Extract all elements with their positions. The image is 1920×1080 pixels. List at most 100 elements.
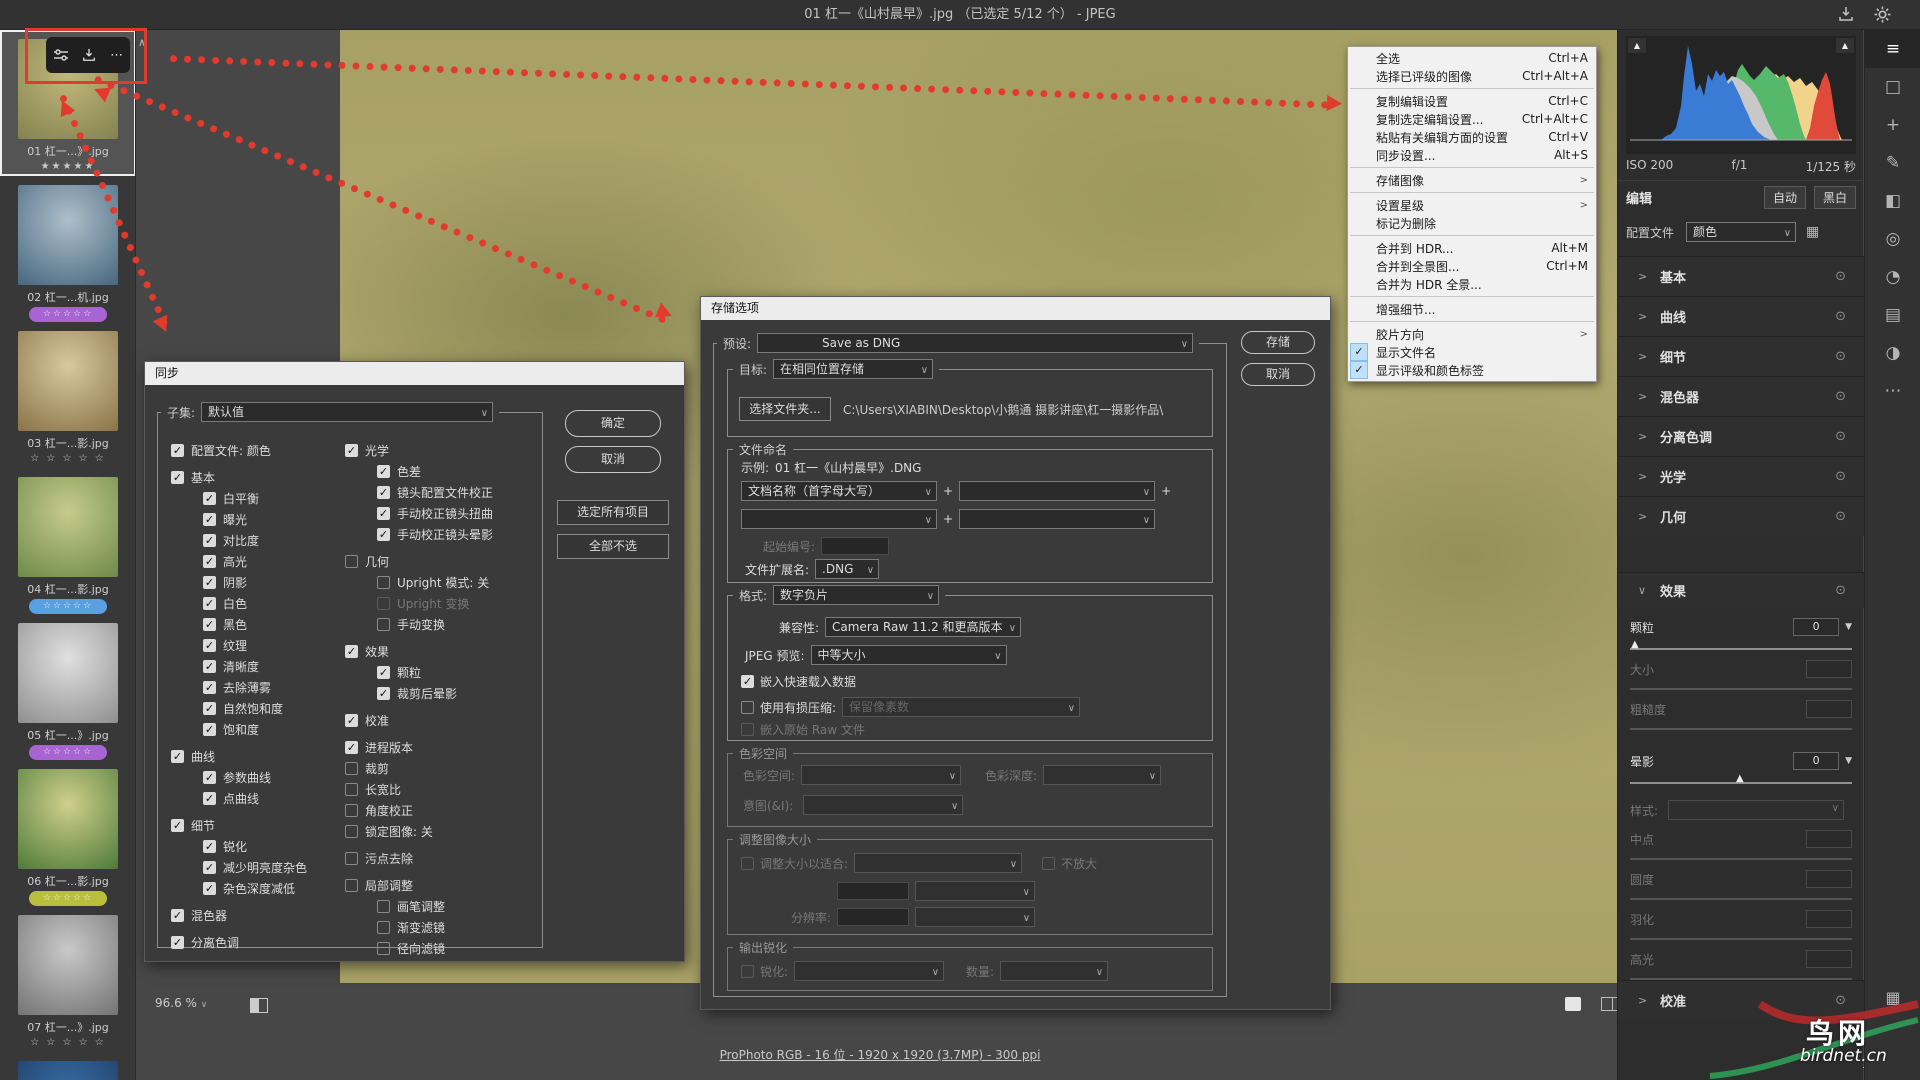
shadow-clipping-icon[interactable]: ▲ bbox=[1628, 38, 1646, 53]
menu-item[interactable]: 合并为 HDR 全景... bbox=[1348, 275, 1596, 293]
menu-item[interactable]: 复制选定编辑设置...Ctrl+Alt+C bbox=[1348, 110, 1596, 128]
unchecked-checkbox[interactable] bbox=[345, 762, 358, 775]
color-label-rating-badge[interactable]: ☆☆☆☆☆ bbox=[29, 891, 107, 906]
checked-checkbox[interactable]: ✓ bbox=[345, 714, 358, 727]
filmstrip-thumbnail[interactable]: 07 杠一...》.jpg☆ ☆ ☆ ☆ ☆ bbox=[0, 906, 136, 1052]
checked-checkbox[interactable]: ✓ bbox=[171, 909, 184, 922]
panel-section-细节[interactable]: >细节⊙ bbox=[1618, 336, 1864, 376]
checked-checkbox[interactable]: ✓ bbox=[345, 645, 358, 658]
edit-tool[interactable]: ≡ bbox=[1865, 30, 1920, 68]
checked-checkbox[interactable]: ✓ bbox=[377, 666, 390, 679]
radial-filter-tool[interactable]: ◎ bbox=[1865, 220, 1920, 258]
preset-dropdown[interactable]: Save as DNG∨ bbox=[757, 333, 1193, 353]
checked-checkbox[interactable]: ✓ bbox=[377, 528, 390, 541]
panel-section-混色器[interactable]: >混色器⊙ bbox=[1618, 376, 1864, 416]
image-format-link[interactable]: ProPhoto RGB - 16 位 - 1920 x 1920 (3.7MP… bbox=[340, 1046, 1420, 1063]
unchecked-checkbox[interactable] bbox=[377, 900, 390, 913]
vignette-slider[interactable]: ▲ bbox=[1630, 782, 1852, 784]
checked-checkbox[interactable]: ✓ bbox=[171, 444, 184, 457]
unchecked-checkbox[interactable] bbox=[345, 555, 358, 568]
grain-flyout-icon[interactable]: ▼ bbox=[1845, 622, 1852, 632]
select-all-button[interactable]: 选定所有项目 bbox=[557, 500, 669, 525]
unchecked-checkbox[interactable] bbox=[377, 942, 390, 955]
menu-item[interactable]: 同步设置...Alt+S bbox=[1348, 146, 1596, 164]
deselect-all-button[interactable]: 全部不选 bbox=[557, 534, 669, 559]
star-rating[interactable]: ☆ ☆ ☆ ☆ ☆ bbox=[0, 1037, 136, 1048]
snapshots-tool[interactable]: ◔ bbox=[1865, 258, 1920, 296]
checked-checkbox[interactable]: ✓ bbox=[203, 576, 216, 589]
eye-icon[interactable]: ⊙ bbox=[1835, 429, 1846, 444]
compat-dropdown[interactable]: Camera Raw 11.2 和更高版本∨ bbox=[825, 617, 1021, 637]
naming-field-2[interactable]: ∨ bbox=[959, 481, 1155, 501]
save-button[interactable]: 存储 bbox=[1241, 331, 1315, 354]
vignette-flyout-icon[interactable]: ▼ bbox=[1845, 756, 1852, 766]
save-icon[interactable] bbox=[1836, 6, 1856, 24]
settings-gear-icon[interactable] bbox=[1872, 6, 1892, 24]
checked-checkbox[interactable]: ✓ bbox=[203, 840, 216, 853]
filmstrip-thumbnail[interactable]: 02 杠一...机.jpg☆☆☆☆☆ bbox=[0, 176, 136, 322]
filmstrip-thumbnail[interactable]: 04 杠一...影.jpg☆☆☆☆☆ bbox=[0, 468, 136, 614]
menu-item[interactable]: 复制编辑设置Ctrl+C bbox=[1348, 92, 1596, 110]
checked-checkbox[interactable]: ✓ bbox=[203, 660, 216, 673]
effects-header[interactable]: ∨ 效果 ⊙ bbox=[1618, 572, 1864, 608]
menu-item[interactable]: 选择已评级的图像Ctrl+Alt+A bbox=[1348, 67, 1596, 85]
menu-item[interactable]: 增强细节... bbox=[1348, 300, 1596, 318]
checked-checkbox[interactable]: ✓ bbox=[203, 723, 216, 736]
sync-cancel-button[interactable]: 取消 bbox=[565, 446, 661, 473]
grain-value[interactable]: 0 bbox=[1793, 618, 1839, 636]
menu-item[interactable]: 设置星级> bbox=[1348, 196, 1596, 214]
checked-checkbox[interactable]: ✓ bbox=[377, 687, 390, 700]
naming-field-1[interactable]: 文档名称（首字母大写）∨ bbox=[741, 481, 937, 501]
filmstrip-thumbnail[interactable]: 05 杠一...》.jpg☆☆☆☆☆ bbox=[0, 614, 136, 760]
checked-checkbox[interactable]: ✓ bbox=[171, 936, 184, 949]
menu-item[interactable]: 合并到全景图...Ctrl+M bbox=[1348, 257, 1596, 275]
menu-item[interactable]: 存储图像> bbox=[1348, 171, 1596, 189]
checked-checkbox[interactable]: ✓ bbox=[203, 771, 216, 784]
panel-section-基本[interactable]: >基本⊙ bbox=[1618, 256, 1864, 296]
lossy-compression-checkbox[interactable] bbox=[741, 701, 754, 714]
checked-checkbox[interactable]: ✓ bbox=[171, 750, 184, 763]
spot-removal-tool[interactable]: + bbox=[1865, 106, 1920, 144]
bw-button[interactable]: 黑白 bbox=[1814, 186, 1856, 209]
checked-checkbox[interactable]: ✓ bbox=[377, 465, 390, 478]
eye-icon[interactable]: ⊙ bbox=[1835, 269, 1846, 284]
checked-checkbox[interactable]: ✓ bbox=[203, 618, 216, 631]
checked-checkbox[interactable]: ✓ bbox=[171, 819, 184, 832]
menu-item[interactable]: 粘贴有关编辑方面的设置Ctrl+V bbox=[1348, 128, 1596, 146]
more-tool[interactable]: ⋯ bbox=[1865, 372, 1920, 410]
crop-tool[interactable]: □ bbox=[1865, 68, 1920, 106]
subset-dropdown[interactable]: 默认值∨ bbox=[201, 402, 493, 422]
choose-folder-button[interactable]: 选择文件夹... bbox=[739, 397, 831, 421]
unchecked-checkbox[interactable] bbox=[377, 921, 390, 934]
naming-field-4[interactable]: ∨ bbox=[959, 509, 1155, 529]
embed-fast-load-checkbox[interactable]: ✓ bbox=[741, 675, 754, 688]
highlight-clipping-icon[interactable]: ▲ bbox=[1836, 38, 1854, 53]
vignette-value[interactable]: 0 bbox=[1793, 752, 1839, 770]
adjustment-brush-tool[interactable]: ✎ bbox=[1865, 144, 1920, 182]
single-view-icon[interactable] bbox=[1565, 997, 1581, 1011]
unchecked-checkbox[interactable] bbox=[345, 852, 358, 865]
jpeg-preview-dropdown[interactable]: 中等大小∨ bbox=[811, 645, 1007, 665]
star-rating[interactable]: ★★★★★ bbox=[0, 161, 136, 172]
eye-icon[interactable]: ⊙ bbox=[1835, 349, 1846, 364]
menu-item[interactable]: 胶片方向> bbox=[1348, 325, 1596, 343]
checked-checkbox[interactable]: ✓ bbox=[377, 507, 390, 520]
unchecked-checkbox[interactable] bbox=[377, 576, 390, 589]
panels-tool[interactable]: ▤ bbox=[1865, 296, 1920, 334]
filmstrip-thumbnail[interactable] bbox=[0, 1052, 136, 1080]
color-label-rating-badge[interactable]: ☆☆☆☆☆ bbox=[29, 745, 107, 760]
checked-checkbox[interactable]: ✓ bbox=[203, 492, 216, 505]
checked-checkbox[interactable]: ✓ bbox=[203, 681, 216, 694]
eye-icon[interactable]: ⊙ bbox=[1835, 509, 1846, 524]
filmstrip-thumbnail[interactable]: 06 杠一...影.jpg☆☆☆☆☆ bbox=[0, 760, 136, 906]
checked-checkbox[interactable]: ✓ bbox=[203, 513, 216, 526]
before-after-view-icon[interactable] bbox=[250, 998, 268, 1013]
eye-icon[interactable]: ⊙ bbox=[1835, 389, 1846, 404]
sync-ok-button[interactable]: 确定 bbox=[565, 410, 661, 437]
menu-item[interactable]: 全选Ctrl+A bbox=[1348, 49, 1596, 67]
panel-section-光学[interactable]: >光学⊙ bbox=[1618, 456, 1864, 496]
checked-checkbox[interactable]: ✓ bbox=[345, 444, 358, 457]
panel-section-曲线[interactable]: >曲线⊙ bbox=[1618, 296, 1864, 336]
menu-item[interactable]: ✓显示文件名 bbox=[1348, 343, 1596, 361]
eye-icon[interactable]: ⊙ bbox=[1835, 583, 1846, 598]
